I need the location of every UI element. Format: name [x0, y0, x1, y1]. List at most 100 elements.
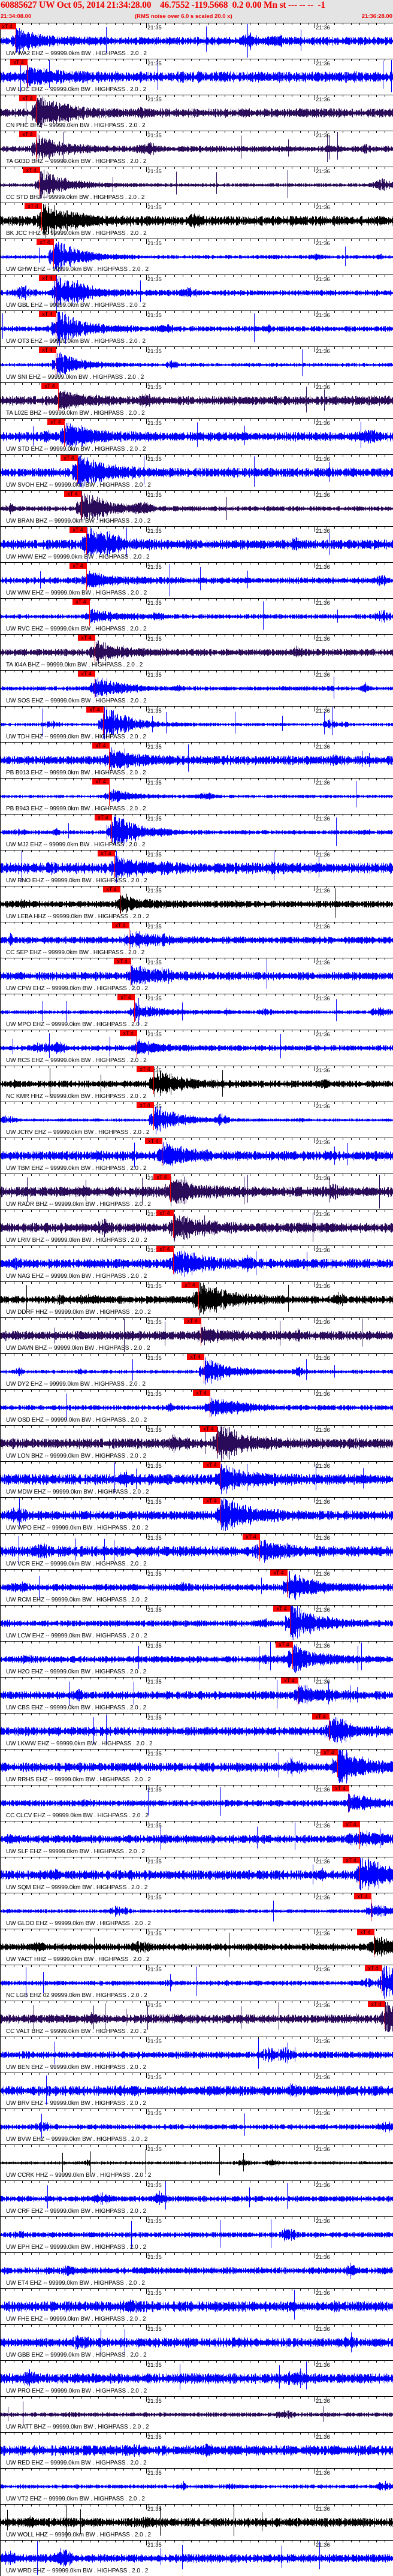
time-axis [0, 490, 393, 496]
end-time: 21:36:28.00 [361, 13, 392, 20]
pick-marker[interactable]: xT 4 [203, 1498, 220, 1504]
pick-line [173, 1210, 174, 1238]
pick-marker[interactable]: xT 4 [69, 563, 86, 569]
station-label: UW LKWW EHZ -- 99999.0km BW . HIGHPASS .… [6, 1741, 153, 1747]
pick-marker[interactable]: xT 4 [332, 1785, 349, 1791]
pick-marker[interactable]: xT 4 [19, 131, 36, 137]
time-tick-label: 21:35 [147, 1859, 162, 1865]
station-label: UW DAVN BHZ -- 99999.0km BW . HIGHPASS .… [6, 1345, 150, 1352]
pick-marker[interactable]: xT 4 [145, 1138, 162, 1144]
time-tick-label: 21:36 [316, 96, 330, 103]
pick-marker[interactable]: xT 4 [23, 167, 40, 173]
pick-marker[interactable]: xT 4 [182, 1282, 198, 1288]
pick-marker[interactable]: xT 4 [92, 743, 109, 749]
trace-row: 21:35 21:36 xT 4 PB B013 EHZ -- 99999.0km B… [0, 742, 393, 778]
pick-marker[interactable]: xT 4 [187, 1354, 204, 1360]
pick-marker[interactable]: xT 4 [98, 850, 114, 856]
time-tick-label: 21:35 [147, 2290, 162, 2297]
time-axis [0, 562, 393, 568]
pick-marker[interactable]: xT 4 [343, 1857, 359, 1863]
trace-row: 21:35 21:36 xT 4 UW DY2 EHZ -- 99999.0km BW… [0, 1353, 393, 1389]
pick-marker[interactable]: xT 4 [103, 886, 120, 892]
station-label: UW BRV EHZ -- 99999.0km BW . HIGHPASS . … [6, 2100, 146, 2107]
pick-marker[interactable]: xT 4 [112, 922, 129, 928]
pick-marker[interactable]: xT 4 [137, 1102, 153, 1108]
station-label: NC KMR HHZ -- 99999.0km BW . HIGHPASS . … [6, 1093, 147, 1100]
pick-marker[interactable]: xT 4 [137, 1066, 153, 1072]
pick-marker[interactable]: xT 4 [270, 1570, 287, 1576]
trace-row: 21:35 21:36 xT 4 TA G03D BHZ -- 99999.0km B… [0, 131, 393, 167]
station-label: UW RRHS EHZ -- 99999.0km BW . HIGHPASS .… [6, 1776, 151, 1783]
pick-marker[interactable]: xT 4 [39, 347, 56, 353]
pick-marker[interactable]: xT 4 [39, 311, 56, 317]
pick-marker[interactable]: xT 4 [0, 23, 16, 29]
time-tick-label: 21:36 [316, 1247, 330, 1254]
trace-row: 21:35 21:36 UW ET4 EHZ -- 99999.0km BW . H… [0, 2252, 393, 2288]
time-tick-label: 21:35 [147, 960, 162, 966]
pick-marker[interactable]: xT 4 [95, 815, 111, 821]
station-label: UW DDRF HHZ -- 99999.0km BW . HIGHPASS .… [6, 1309, 151, 1316]
pick-marker[interactable]: xT 4 [193, 1390, 210, 1396]
pick-marker[interactable]: xT 4 [117, 994, 134, 1000]
pick-marker[interactable]: xT 4 [64, 491, 81, 497]
station-label: CC CLCV EHZ -- 99999.0km BW . HIGHPASS .… [6, 1812, 149, 1819]
pick-marker[interactable]: xT 4 [281, 1678, 298, 1684]
pick-marker[interactable]: xT 4 [114, 958, 131, 964]
time-tick-label: 21:35 [147, 1355, 162, 1362]
time-axis [0, 1893, 393, 1898]
pick-marker[interactable]: xT 4 [184, 1318, 201, 1324]
time-axis [0, 203, 393, 208]
pick-marker[interactable]: xT 4 [343, 1821, 359, 1827]
pick-marker[interactable]: xT 4 [368, 2001, 385, 2007]
pick-marker[interactable]: xT 4 [61, 455, 77, 461]
waveform [1, 421, 393, 449]
pick-marker[interactable]: xT 4 [321, 1749, 337, 1755]
time-tick-label: 21:36 [316, 1175, 330, 1182]
pick-marker[interactable]: xT 4 [25, 203, 41, 209]
pick-marker[interactable]: xT 4 [39, 275, 56, 281]
station-label: UW RCM EHZ -- 99999.0km BW . HIGHPASS . … [6, 1597, 148, 1603]
pick-marker[interactable]: xT 4 [86, 707, 103, 713]
pick-marker[interactable]: xT 4 [200, 1426, 217, 1432]
pick-marker[interactable]: xT 4 [92, 779, 109, 785]
time-axis [0, 1677, 393, 1682]
time-axis [0, 886, 393, 891]
pick-marker[interactable]: xT 4 [72, 599, 89, 605]
time-tick-label: 21:36 [316, 276, 330, 283]
trace-row: 21:35 21:36 xT 4 CC VALT BHZ -- 99999.0km B… [0, 2001, 393, 2037]
pick-marker[interactable]: xT 4 [203, 1462, 220, 1468]
time-tick-label: 21:36 [316, 2434, 330, 2441]
pick-marker[interactable]: xT 4 [47, 419, 64, 425]
trace-row: 21:35 21:36 xT 4 UW H2O EHZ -- 99999.0km BW… [0, 1641, 393, 1677]
trace-row: 21:35 21:36 xT 4 UW CBS EHZ -- 99999.0km BW… [0, 1677, 393, 1713]
pick-marker[interactable]: xT 4 [69, 527, 86, 533]
station-label: UW BRAN BHZ -- 99999.0km BW . HIGHPASS .… [6, 518, 151, 524]
time-axis [0, 1641, 393, 1646]
pick-marker[interactable]: xT 4 [354, 1893, 371, 1899]
waveform [1, 1033, 393, 1058]
pick-marker[interactable]: xT 4 [41, 383, 58, 389]
pick-marker[interactable]: xT 4 [120, 1030, 137, 1036]
station-label: UW RCS EHZ -- 99999.0km BW . HIGHPASS . … [6, 1057, 147, 1064]
pick-marker[interactable]: xT 4 [312, 1714, 329, 1720]
trace-row: 21:35 21:36 xT 4 NC LGB EHZ 02 99999.0km BW… [0, 1965, 393, 2001]
pick-marker[interactable]: xT 4 [10, 59, 27, 65]
pick-marker[interactable]: xT 4 [243, 1534, 259, 1540]
time-tick-label: 21:35 [147, 1679, 162, 1685]
pick-marker[interactable]: xT 4 [156, 1246, 173, 1252]
time-tick-label: 21:36 [316, 528, 330, 535]
pick-marker[interactable]: xT 4 [78, 671, 95, 677]
waveform [1, 1932, 393, 1957]
pick-marker[interactable]: xT 4 [78, 635, 95, 641]
time-axis [0, 2468, 393, 2474]
pick-marker[interactable]: xT 4 [153, 1174, 170, 1180]
time-tick-label: 21:36 [316, 61, 330, 67]
pick-marker[interactable]: xT 4 [156, 1210, 173, 1216]
pick-marker[interactable]: xT 4 [19, 95, 36, 101]
pick-marker[interactable]: xT 4 [365, 1965, 382, 1971]
pick-marker[interactable]: xT 4 [273, 1606, 290, 1612]
pick-marker[interactable]: xT 4 [357, 1929, 374, 1935]
pick-marker[interactable]: xT 4 [37, 239, 53, 245]
pick-marker[interactable]: xT 4 [276, 1642, 292, 1648]
trace-row: 21:35 21:36 UW WOLL HHZ -- 99999.0km BW . … [0, 2504, 393, 2540]
